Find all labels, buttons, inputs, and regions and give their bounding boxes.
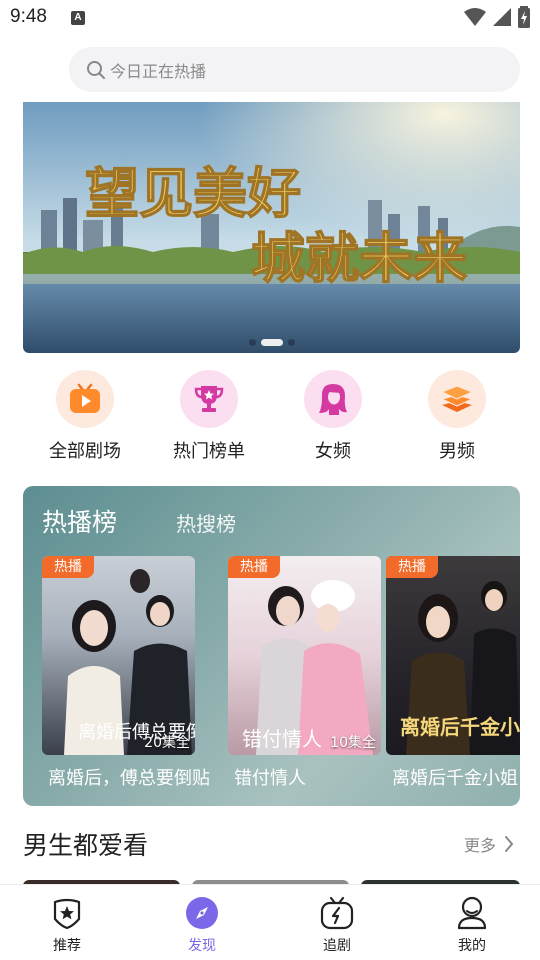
search-placeholder: 今日正在热播 [110, 61, 207, 81]
signal-icon [493, 8, 511, 26]
drama-card-2[interactable]: 错付情人 热播 10集全 [228, 556, 381, 755]
tab-hot-search[interactable]: 热搜榜 [176, 508, 236, 537]
episode-count: 10集全 [330, 735, 376, 751]
search-bar[interactable]: 今日正在热播 [69, 47, 520, 92]
promo-banner[interactable]: 望见美好 城就未来 [23, 102, 520, 353]
poster-text: 错付情人 [242, 727, 322, 751]
hot-ranking-board: 热播榜 热搜榜 离婚后傅总要倒贴 热播 20集全 错付情人 热播 10集全 [23, 486, 520, 806]
tab-hot-play[interactable]: 热播榜 [42, 503, 117, 539]
nav-profile[interactable]: 我的 [432, 895, 512, 955]
banner-title-line1: 望见美好 [85, 161, 301, 225]
nav-label: 推荐 [53, 938, 81, 954]
category-male[interactable]: 男频 [395, 370, 519, 463]
status-bar: 9:48 A [0, 0, 540, 38]
nav-label: 追剧 [323, 938, 351, 954]
layers-icon [428, 370, 486, 428]
carousel-dot[interactable] [287, 339, 295, 346]
category-label: 男频 [439, 441, 475, 462]
carousel-dots [23, 339, 520, 346]
status-time: 9:48 [10, 6, 47, 27]
hot-badge: 热播 [228, 556, 280, 578]
hot-badge: 热播 [42, 556, 94, 578]
episode-count: 20集全 [144, 735, 190, 751]
category-row: 全部剧场 热门榜单 女频 男频 [23, 370, 520, 466]
drama-card-1[interactable]: 离婚后傅总要倒贴 热播 20集全 [42, 556, 195, 755]
category-all-theater[interactable]: 全部剧场 [23, 370, 147, 463]
badge-star-icon [49, 895, 85, 931]
nav-follow[interactable]: 追剧 [297, 895, 377, 955]
poster-image: 错付情人 [242, 580, 373, 755]
tv-icon [56, 370, 114, 428]
hot-badge: 热播 [386, 556, 438, 578]
more-link[interactable]: 更多 [464, 832, 514, 856]
carousel-dot-active[interactable] [260, 339, 283, 346]
wifi-icon [464, 8, 486, 26]
tv-follow-icon [319, 895, 355, 931]
trophy-icon [180, 370, 238, 428]
poster-text: 离婚后千金小姐 [400, 715, 520, 739]
profile-icon [454, 895, 490, 931]
search-icon [87, 60, 105, 79]
compass-icon [184, 895, 220, 931]
category-female[interactable]: 女频 [271, 370, 395, 463]
nav-label: 发现 [188, 938, 216, 954]
poster-image: 离婚后傅总要倒贴 [64, 569, 195, 755]
status-icons [464, 6, 530, 28]
poster-image: 离婚后千金小姐 [400, 581, 520, 755]
chevron-right-icon [505, 836, 514, 852]
more-label: 更多 [463, 836, 496, 855]
bottom-nav: 推荐 发现 追剧 我的 [0, 884, 540, 960]
banner-image: 望见美好 城就未来 [23, 102, 520, 353]
category-label: 全部剧场 [49, 441, 121, 462]
drama-title-1[interactable]: 离婚后，傅总要倒贴 [48, 764, 224, 790]
banner-title-line2: 城就未来 [251, 226, 467, 290]
drama-title-3[interactable]: 离婚后千金小姐 [392, 764, 520, 790]
carousel-dot[interactable] [248, 339, 256, 346]
drama-card-3[interactable]: 离婚后千金小姐 热播 [386, 556, 520, 755]
nav-recommend[interactable]: 推荐 [27, 895, 107, 955]
woman-icon [304, 370, 362, 428]
category-label: 女频 [315, 441, 351, 462]
nav-label: 我的 [458, 938, 486, 954]
drama-title-2[interactable]: 错付情人 [234, 764, 384, 790]
notification-icon: A [71, 11, 85, 25]
section-title: 男生都爱看 [23, 831, 149, 860]
category-label: 热门榜单 [173, 441, 245, 462]
nav-discover[interactable]: 发现 [162, 895, 242, 955]
category-hot-ranking[interactable]: 热门榜单 [147, 370, 271, 463]
battery-icon [518, 6, 530, 28]
